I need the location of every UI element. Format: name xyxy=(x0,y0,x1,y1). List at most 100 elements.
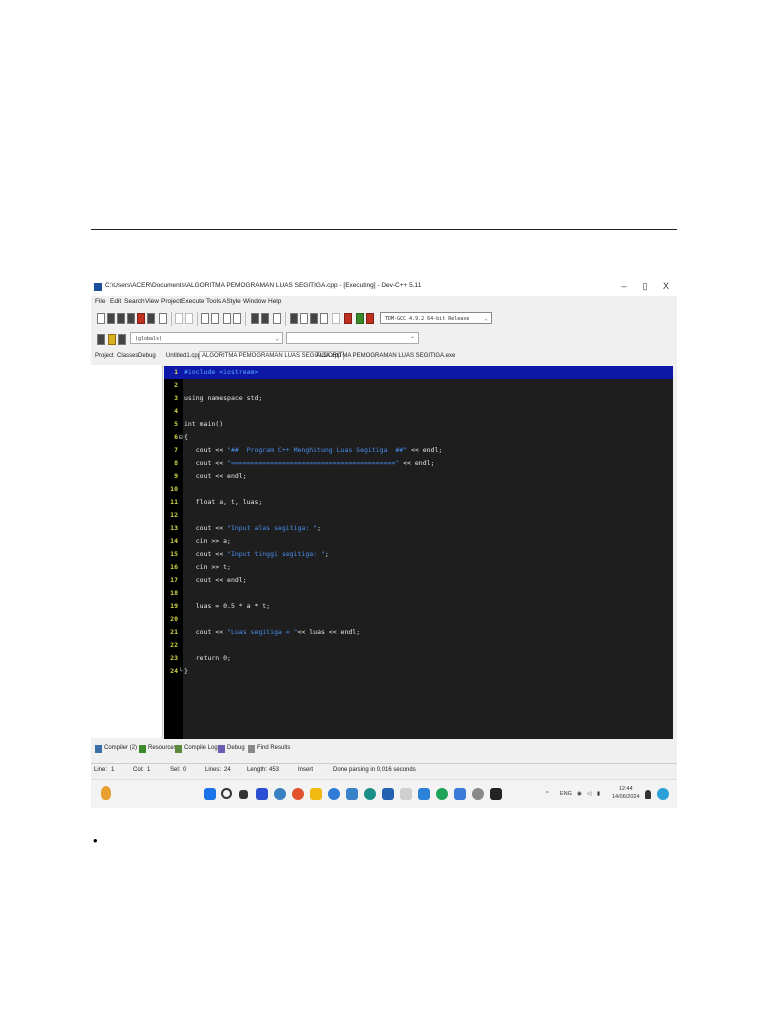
print-icon[interactable] xyxy=(159,313,167,324)
menu-search[interactable]: Search xyxy=(124,298,145,305)
new-file-icon[interactable] xyxy=(97,313,105,324)
code-line[interactable]: 17 cout << endl; xyxy=(164,574,673,587)
code-line[interactable]: 6 ⊟{ xyxy=(164,431,673,444)
settings-icon[interactable] xyxy=(472,788,484,800)
tab-classes[interactable]: Classes xyxy=(117,353,138,359)
stop-execution-icon[interactable] xyxy=(344,313,352,324)
app-icon[interactable] xyxy=(382,788,394,800)
redo-icon[interactable] xyxy=(185,313,193,324)
code-line[interactable]: 15 cout << "Input tinggi segitiga: "; xyxy=(164,548,673,561)
insert-icon[interactable] xyxy=(108,334,116,345)
toggle-comment-icon[interactable] xyxy=(273,313,281,324)
code-line[interactable]: 19 luas = 0.5 * a * t; xyxy=(164,600,673,613)
delete-profile-icon[interactable] xyxy=(366,313,374,324)
compiler-select[interactable]: TDM-GCC 4.9.2 64-bit Release ⌄ xyxy=(380,312,492,324)
undo-icon[interactable] xyxy=(175,313,183,324)
menu-view[interactable]: View xyxy=(145,298,159,305)
system-clock[interactable]: 12:44 14/06/2024 xyxy=(612,785,640,801)
battery-icon[interactable]: ▮ xyxy=(597,791,600,797)
wifi-icon[interactable]: ◉ xyxy=(577,791,582,797)
search-icon[interactable] xyxy=(221,788,232,799)
app-icon[interactable] xyxy=(400,788,412,800)
new-class-icon[interactable] xyxy=(97,334,105,345)
whatsapp-icon[interactable] xyxy=(436,788,448,800)
code-line[interactable]: 24 └} xyxy=(164,665,673,678)
save-all-icon[interactable] xyxy=(127,313,135,324)
close-button[interactable]: X xyxy=(657,281,675,291)
tab-algoritma-exe[interactable]: ALGORITMA PEMOGRAMAN LUAS SEGITIGA.exe xyxy=(316,353,455,359)
volume-icon[interactable]: ◁ xyxy=(587,791,591,797)
tab-compiler[interactable]: Compiler (2) xyxy=(104,745,137,751)
close-all-icon[interactable] xyxy=(147,313,155,324)
minimize-button[interactable]: – xyxy=(615,281,633,291)
language-indicator[interactable]: ENG xyxy=(560,791,572,797)
compile-icon[interactable] xyxy=(290,313,298,324)
tab-find-results[interactable]: Find Results xyxy=(257,745,290,751)
open-file-icon[interactable] xyxy=(107,313,115,324)
tray-overflow-icon[interactable]: ^ xyxy=(546,791,549,797)
chrome-browser-icon[interactable] xyxy=(292,788,304,800)
ms-store-icon[interactable] xyxy=(346,788,358,800)
rebuild-all-icon[interactable] xyxy=(320,313,328,324)
replace-icon[interactable] xyxy=(211,313,219,324)
code-editor[interactable]: 1 #include <iostream> 2 3 using namespace st… xyxy=(164,366,673,739)
code-line[interactable]: 8 cout << "=============================… xyxy=(164,457,673,470)
devcpp-taskbar-icon[interactable] xyxy=(454,788,466,800)
app-icon[interactable] xyxy=(328,788,340,800)
file-explorer-icon[interactable] xyxy=(310,788,322,800)
code-line[interactable]: 13 cout << "Input alas segitiga: "; xyxy=(164,522,673,535)
tab-resources[interactable]: Resources xyxy=(148,745,177,751)
copilot-icon[interactable] xyxy=(256,788,268,800)
code-line[interactable]: 21 cout << "Luas segitiga = "<< luas << … xyxy=(164,626,673,639)
menu-help[interactable]: Help xyxy=(268,298,281,305)
tab-untitled1[interactable]: Untitled1.cpp xyxy=(166,353,201,359)
tab-debug[interactable]: Debug xyxy=(138,353,156,359)
find-icon[interactable] xyxy=(201,313,209,324)
code-line[interactable]: 16 cin >> t; xyxy=(164,561,673,574)
save-icon[interactable] xyxy=(117,313,125,324)
goto-line-icon[interactable] xyxy=(223,313,231,324)
profile-icon[interactable] xyxy=(356,313,364,324)
function-select[interactable]: ⌄ xyxy=(286,332,419,344)
code-line[interactable]: 12 xyxy=(164,509,673,522)
notification-bell-icon[interactable] xyxy=(645,790,651,799)
menu-edit[interactable]: Edit xyxy=(110,298,121,305)
tab-project[interactable]: Project xyxy=(95,353,114,359)
syntax-check-icon[interactable] xyxy=(332,313,340,324)
menu-project[interactable]: Project xyxy=(161,298,181,305)
compile-run-icon[interactable] xyxy=(310,313,318,324)
code-line[interactable]: 14 cin >> a; xyxy=(164,535,673,548)
toggle-bookmark-icon[interactable] xyxy=(118,334,126,345)
tab-debug-bottom[interactable]: Debug xyxy=(227,745,245,751)
bookmark-icon[interactable] xyxy=(233,313,241,324)
code-line[interactable]: 22 xyxy=(164,639,673,652)
code-line[interactable]: 4 xyxy=(164,405,673,418)
terminal-icon[interactable] xyxy=(490,788,502,800)
copilot-tray-icon[interactable] xyxy=(657,788,669,800)
menu-astyle[interactable]: AStyle xyxy=(222,298,241,305)
code-line[interactable]: 5 int main() xyxy=(164,418,673,431)
vscode-icon[interactable] xyxy=(418,788,430,800)
indent-icon[interactable] xyxy=(251,313,259,324)
code-line[interactable]: 1 #include <iostream> xyxy=(164,366,673,379)
code-line[interactable]: 18 xyxy=(164,587,673,600)
code-line[interactable]: 20 xyxy=(164,613,673,626)
tab-compile-log[interactable]: Compile Log xyxy=(184,745,218,751)
code-line[interactable]: 3 using namespace std; xyxy=(164,392,673,405)
run-icon[interactable] xyxy=(300,313,308,324)
scope-select[interactable]: (globals) ⌄ xyxy=(130,332,283,344)
close-file-icon[interactable] xyxy=(137,313,145,324)
app-icon[interactable] xyxy=(364,788,376,800)
menu-execute[interactable]: Execute xyxy=(181,298,205,305)
edge-browser-icon[interactable] xyxy=(274,788,286,800)
maximize-button[interactable]: ▯ xyxy=(636,281,654,292)
menu-tools[interactable]: Tools xyxy=(206,298,221,305)
windows-start-icon[interactable] xyxy=(204,788,216,800)
unindent-icon[interactable] xyxy=(261,313,269,324)
code-line[interactable]: 11 float a, t, luas; xyxy=(164,496,673,509)
menu-file[interactable]: File xyxy=(95,298,105,305)
menu-window[interactable]: Window xyxy=(243,298,266,305)
code-line[interactable]: 9 cout << endl; xyxy=(164,470,673,483)
weather-widget-icon[interactable] xyxy=(101,786,111,800)
code-line[interactable]: 7 cout << "## Program C++ Menghitung Lua… xyxy=(164,444,673,457)
